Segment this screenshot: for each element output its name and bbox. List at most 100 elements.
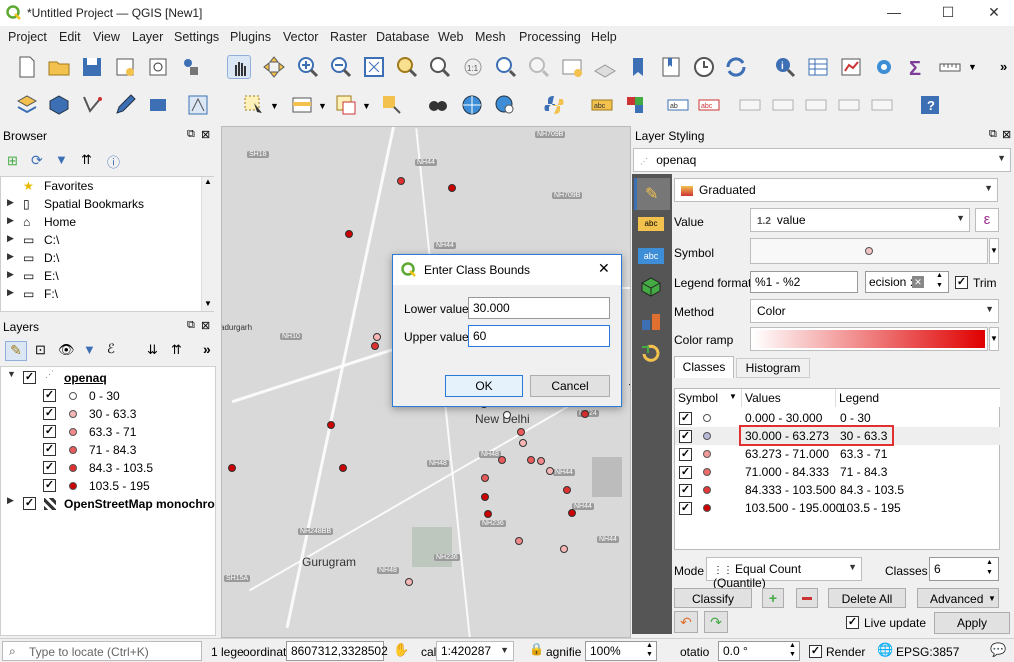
plugin-globe-icon[interactable]: [460, 93, 484, 117]
class-checkbox[interactable]: ✓: [43, 479, 56, 492]
spin-up-icon[interactable]: ▲: [936, 272, 943, 279]
add-class-icon[interactable]: +: [762, 588, 784, 608]
measure-icon[interactable]: [938, 55, 962, 79]
zoom-to-selection-icon[interactable]: [395, 55, 419, 79]
extents-toggle-icon[interactable]: ✋: [393, 642, 409, 658]
column-header-legend[interactable]: Legend: [836, 389, 1000, 407]
temporal-controller-icon[interactable]: [692, 55, 716, 79]
table-row[interactable]: ✓ 63.273 - 71.000 63.3 - 71: [675, 445, 1000, 463]
spin-down-icon[interactable]: ▼: [789, 651, 796, 658]
map-point[interactable]: [345, 230, 353, 238]
browser-item-favorites[interactable]: ★ Favorites: [1, 179, 201, 197]
class-row[interactable]: ✓ 63.3 - 71: [1, 423, 215, 441]
row-checkbox[interactable]: ✓: [679, 430, 692, 443]
symbology-tab-icon[interactable]: ✎: [634, 178, 670, 210]
edit-pencil-icon[interactable]: [113, 93, 137, 117]
table-row[interactable]: ✓ 84.333 - 103.500 84.3 - 103.5: [675, 481, 1000, 499]
collapse-arrow-icon[interactable]: ▼: [7, 369, 16, 379]
column-header-symbol[interactable]: Symbol ▼: [675, 389, 742, 407]
change-label-icon[interactable]: [837, 93, 861, 117]
label-tool-icon[interactable]: abc: [590, 93, 614, 117]
coordinate-input[interactable]: 8607312,3328502: [286, 641, 388, 661]
expand-all-icon[interactable]: ⇊: [147, 342, 158, 358]
python-console-icon[interactable]: [542, 93, 566, 117]
style-manager-icon[interactable]: [178, 55, 202, 79]
class-row[interactable]: ✓ 103.5 - 195: [1, 477, 215, 495]
ok-button[interactable]: OK: [445, 375, 523, 397]
map-point[interactable]: [448, 184, 456, 192]
expand-arrow-icon[interactable]: ▶: [7, 269, 14, 280]
spin-up-icon[interactable]: ▲: [986, 559, 993, 566]
scroll-up-icon[interactable]: ▲: [204, 177, 212, 186]
menu-processing[interactable]: Processing: [519, 30, 581, 44]
add-layer-icon[interactable]: ⊞: [7, 153, 18, 169]
pan-to-selection-icon[interactable]: [262, 55, 286, 79]
row-checkbox[interactable]: ✓: [679, 412, 692, 425]
spin-down-icon[interactable]: ▼: [646, 651, 653, 658]
zoom-out-icon[interactable]: [329, 55, 353, 79]
layout-manager-icon[interactable]: [146, 55, 170, 79]
map-point[interactable]: [484, 510, 492, 518]
classes-spinbox[interactable]: 6 ▲ ▼: [929, 557, 999, 581]
identify-features-icon[interactable]: i: [773, 55, 797, 79]
expand-arrow-icon[interactable]: ▶: [7, 251, 14, 262]
add-group-icon[interactable]: ⊡: [35, 342, 46, 358]
map-point[interactable]: [560, 545, 568, 553]
browser-item-bookmarks[interactable]: ▶ ▯ Spatial Bookmarks: [1, 197, 201, 215]
table-row[interactable]: ✓ 103.500 - 195.000 103.5 - 195: [675, 499, 1000, 517]
data-source-manager-icon[interactable]: [15, 93, 39, 117]
highlight-label-icon[interactable]: ab: [666, 93, 690, 117]
remove-class-icon[interactable]: [796, 588, 818, 608]
expression-icon[interactable]: ε: [975, 208, 999, 232]
cancel-button[interactable]: Cancel: [530, 375, 610, 397]
row-checkbox[interactable]: ✓: [679, 484, 692, 497]
layer-visibility-checkbox[interactable]: ✓: [23, 497, 36, 510]
class-checkbox[interactable]: ✓: [43, 461, 56, 474]
new-map-view-icon[interactable]: [560, 55, 584, 79]
rotation-spinbox[interactable]: 0.0 ° ▲ ▼: [718, 641, 800, 661]
crs-label[interactable]: EPSG:3857: [896, 645, 959, 659]
scroll-down-icon[interactable]: ▼: [204, 299, 212, 308]
save-edits-icon[interactable]: [146, 93, 170, 117]
renderer-combo[interactable]: Graduated ▼: [674, 178, 998, 202]
browser-scrollbar[interactable]: ▲ ▼: [201, 177, 214, 311]
map-point[interactable]: [503, 411, 511, 419]
show-hide-label-icon[interactable]: [738, 93, 762, 117]
map-point[interactable]: [405, 578, 413, 586]
menu-layer[interactable]: Layer: [132, 30, 163, 44]
browser-item-d-drive[interactable]: ▶ ▭ D:\: [1, 251, 201, 269]
map-point[interactable]: [339, 464, 347, 472]
scale-combo[interactable]: 1:420287 ▼: [436, 641, 514, 661]
row-checkbox[interactable]: ✓: [679, 448, 692, 461]
info-icon[interactable]: ⓘ: [107, 152, 120, 171]
layer-openaq[interactable]: ▼ ✓ ⋰ openaq: [1, 369, 215, 387]
symbol-dropdown-chevron-icon[interactable]: ▼: [989, 238, 999, 264]
menu-raster[interactable]: Raster: [330, 30, 367, 44]
layer-select-combo[interactable]: ⋰ openaq ▼: [633, 148, 1011, 172]
save-project-icon[interactable]: [80, 55, 104, 79]
select-dropdown-chevron-icon[interactable]: ▼: [270, 101, 279, 111]
tab-histogram[interactable]: Histogram: [736, 358, 810, 378]
redo-icon[interactable]: ↷: [704, 611, 728, 633]
spin-down-icon[interactable]: ▼: [936, 282, 943, 289]
upper-value-input[interactable]: 60: [468, 325, 610, 347]
menu-database[interactable]: Database: [376, 30, 430, 44]
lock-icon[interactable]: 🔒: [529, 642, 544, 656]
menu-project[interactable]: Project: [8, 30, 47, 44]
open-project-icon[interactable]: [47, 55, 71, 79]
advanced-button[interactable]: Advanced ▼: [917, 588, 999, 608]
map-point[interactable]: [371, 342, 379, 350]
menu-edit[interactable]: Edit: [59, 30, 81, 44]
diagram-tool-icon[interactable]: [623, 93, 647, 117]
row-checkbox[interactable]: ✓: [679, 502, 692, 515]
diagrams-tab-icon[interactable]: [640, 310, 662, 332]
new-3d-map-icon[interactable]: [593, 55, 617, 79]
layer-osm[interactable]: ▶ ✓ OpenStreetMap monochro: [1, 495, 215, 513]
trim-checkbox[interactable]: ✓: [955, 276, 968, 289]
class-checkbox[interactable]: ✓: [43, 443, 56, 456]
live-update-checkbox[interactable]: ✓: [846, 616, 859, 629]
expand-arrow-icon[interactable]: ▶: [7, 215, 14, 226]
row-checkbox[interactable]: ✓: [679, 466, 692, 479]
refresh-icon[interactable]: [724, 55, 748, 79]
zoom-next-icon[interactable]: [527, 55, 551, 79]
